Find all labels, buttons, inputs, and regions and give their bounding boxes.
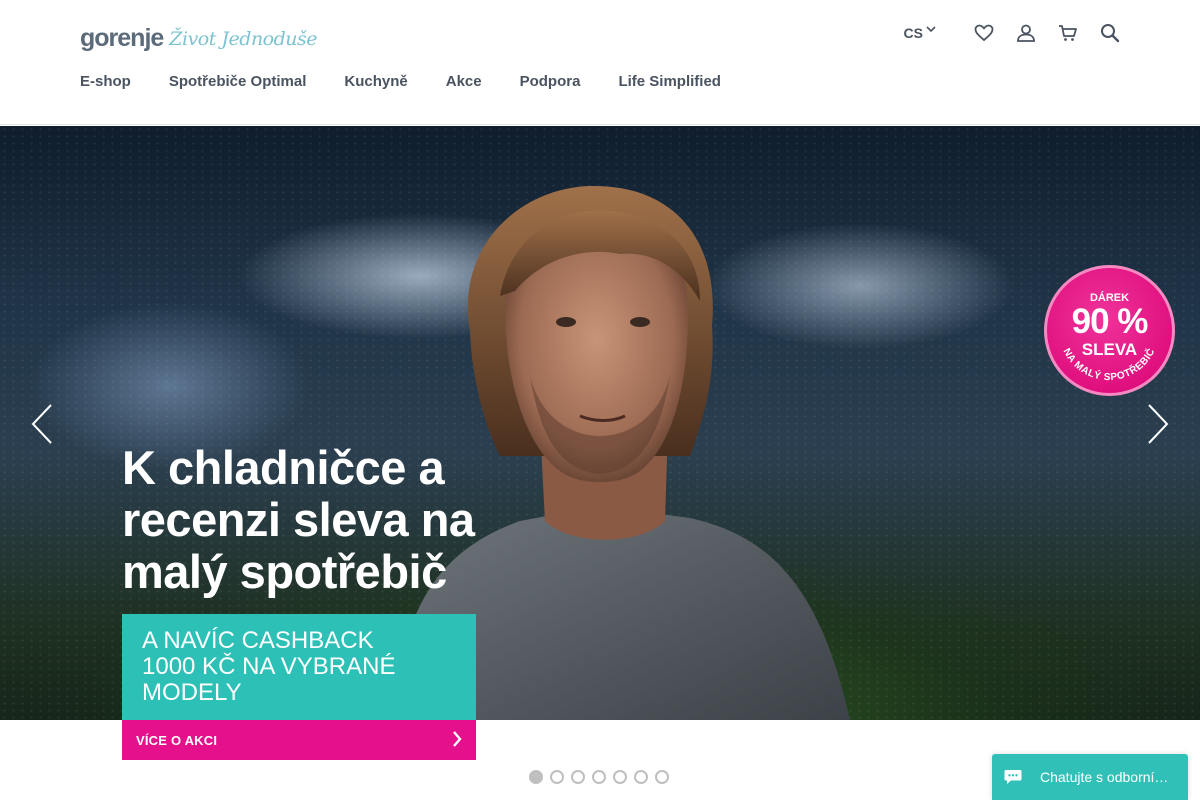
user-icon[interactable] [1014, 21, 1038, 45]
promo-box: A NAVÍC CASHBACK 1000 KČ NA VYBRANÉ MODE… [122, 614, 476, 720]
nav-item-eshop[interactable]: E-shop [80, 72, 131, 92]
nav-item-spotrebice-optimal[interactable]: Spotřebiče Optimal [169, 72, 307, 92]
language-label: CS [903, 25, 923, 41]
chevron-left-icon [31, 404, 52, 444]
logo-tagline: Život Jednoduše [169, 28, 318, 50]
carousel-next-button[interactable] [1138, 402, 1178, 446]
cart-icon[interactable] [1056, 21, 1080, 45]
search-icon[interactable] [1098, 21, 1122, 45]
language-selector[interactable]: CS [904, 25, 936, 41]
chat-bubble-icon [1004, 770, 1022, 784]
carousel-dot[interactable] [655, 770, 669, 784]
site-header: gorenje Život Jednoduše E-shop Spotřebič… [0, 0, 1200, 125]
chat-widget-button[interactable]: Chatujte s odborní… [992, 754, 1188, 800]
discount-badge: DÁREK 90 % SLEVA NA MALÝ SPOTŘEBIČ [1044, 265, 1175, 396]
more-about-promo-button[interactable]: VÍCE O AKCI [122, 720, 476, 760]
hero-banner[interactable]: K chladničce a recenzi sleva na malý spo… [0, 126, 1200, 720]
svg-text:NA MALÝ SPOTŘEBIČ: NA MALÝ SPOTŘEBIČ [1061, 346, 1158, 383]
nav-item-podpora[interactable]: Podpora [520, 72, 581, 92]
carousel-prev-button[interactable] [22, 402, 62, 446]
carousel-dot[interactable] [613, 770, 627, 784]
chevron-right-icon [453, 731, 462, 747]
nav-item-life-simplified[interactable]: Life Simplified [618, 72, 721, 92]
carousel-dot[interactable] [571, 770, 585, 784]
carousel-dot[interactable] [634, 770, 648, 784]
chevron-right-icon [1148, 404, 1169, 444]
cta-label: VÍCE O AKCI [136, 732, 218, 748]
nav-item-kuchyne[interactable]: Kuchyně [344, 72, 407, 92]
chat-label: Chatujte s odborní… [1040, 769, 1169, 785]
nav-item-akce[interactable]: Akce [446, 72, 482, 92]
hero-headline: K chladničce a recenzi sleva na malý spo… [122, 441, 475, 598]
promo-text: A NAVÍC CASHBACK 1000 KČ NA VYBRANÉ MODE… [142, 627, 396, 706]
carousel-indicators [529, 770, 676, 784]
carousel-dot[interactable] [592, 770, 606, 784]
logo[interactable]: gorenje Život Jednoduše [80, 22, 318, 52]
badge-arc-text: NA MALÝ SPOTŘEBIČ [1061, 346, 1158, 383]
header-utilities: CS [904, 20, 1122, 46]
carousel-dot[interactable] [529, 770, 543, 784]
heart-icon[interactable] [972, 21, 996, 45]
carousel-dot[interactable] [550, 770, 564, 784]
main-nav: E-shop Spotřebiče Optimal Kuchyně Akce P… [80, 72, 759, 92]
chevron-down-icon [926, 26, 936, 33]
logo-wordmark: gorenje [80, 24, 164, 52]
